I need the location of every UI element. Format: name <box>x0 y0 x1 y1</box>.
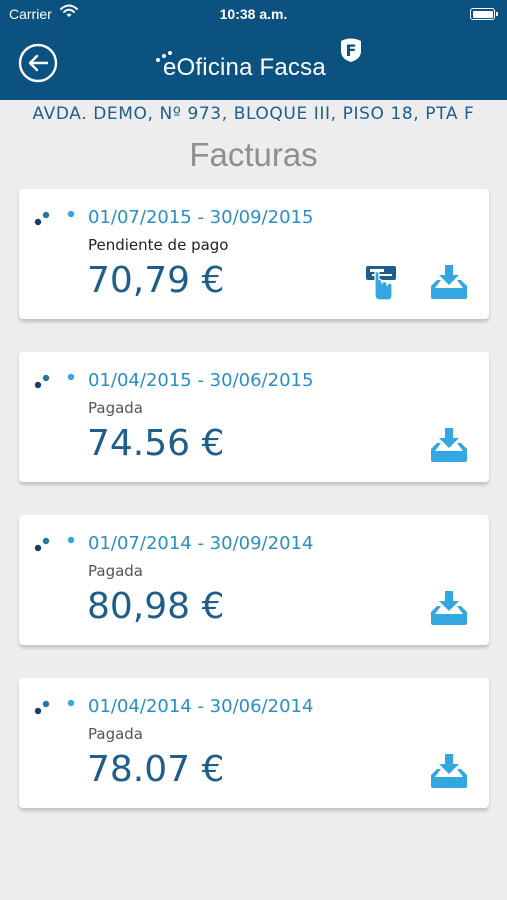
download-button[interactable] <box>429 753 469 789</box>
download-icon <box>431 428 467 462</box>
invoice-dots-icon <box>34 373 75 389</box>
back-button[interactable] <box>18 43 58 83</box>
invoice-dots-icon <box>34 536 75 552</box>
invoice-amount: 70,79 € <box>87 260 225 301</box>
invoice-amount: 74.56 € <box>87 423 225 464</box>
brand-logo: eOficina Facsa F <box>155 36 365 86</box>
invoice-status: Pendiente de pago <box>88 236 229 254</box>
download-button[interactable] <box>429 590 469 626</box>
pay-icon <box>366 266 396 301</box>
invoice-status: Pagada <box>88 562 143 580</box>
brand-name: eOficina Facsa <box>163 54 326 81</box>
download-icon <box>431 754 467 788</box>
invoice-amount: 80,98 € <box>87 586 225 627</box>
invoice-card[interactable]: 01/04/2015 - 30/06/2015 Pagada 74.56 € <box>19 352 489 482</box>
invoice-card[interactable]: 01/04/2014 - 30/06/2014 Pagada 78.07 € <box>19 678 489 808</box>
invoice-period: 01/07/2015 - 30/09/2015 <box>88 207 314 228</box>
invoice-dots-icon <box>34 210 75 226</box>
invoice-status: Pagada <box>88 399 143 417</box>
invoice-status: Pagada <box>88 725 143 743</box>
back-arrow-icon <box>18 43 58 83</box>
supply-address: AVDA. DEMO, Nº 973, BLOQUE III, PISO 18,… <box>32 104 475 124</box>
download-icon <box>431 265 467 299</box>
facsa-logo-icon: F <box>341 38 361 62</box>
brand-logo-letter: F <box>346 41 357 60</box>
invoice-amount: 78.07 € <box>87 749 225 790</box>
page-title: Facturas <box>189 136 318 173</box>
invoice-period: 01/04/2014 - 30/06/2014 <box>88 696 314 717</box>
download-button[interactable] <box>429 427 469 463</box>
invoice-card[interactable]: 01/07/2015 - 30/09/2015 Pendiente de pag… <box>19 189 489 319</box>
invoice-card[interactable]: 01/07/2014 - 30/09/2014 Pagada 80,98 € <box>19 515 489 645</box>
status-bar: Carrier 10:38 a.m. <box>0 0 507 30</box>
invoice-period: 01/07/2014 - 30/09/2014 <box>88 533 314 554</box>
clock: 10:38 a.m. <box>219 6 288 22</box>
download-icon <box>431 591 467 625</box>
app-header: eOficina Facsa F <box>0 30 507 100</box>
pay-button[interactable] <box>363 264 401 302</box>
invoice-dots-icon <box>34 699 75 715</box>
battery-icon <box>470 8 498 20</box>
invoice-period: 01/04/2015 - 30/06/2015 <box>88 370 314 391</box>
download-button[interactable] <box>429 264 469 300</box>
